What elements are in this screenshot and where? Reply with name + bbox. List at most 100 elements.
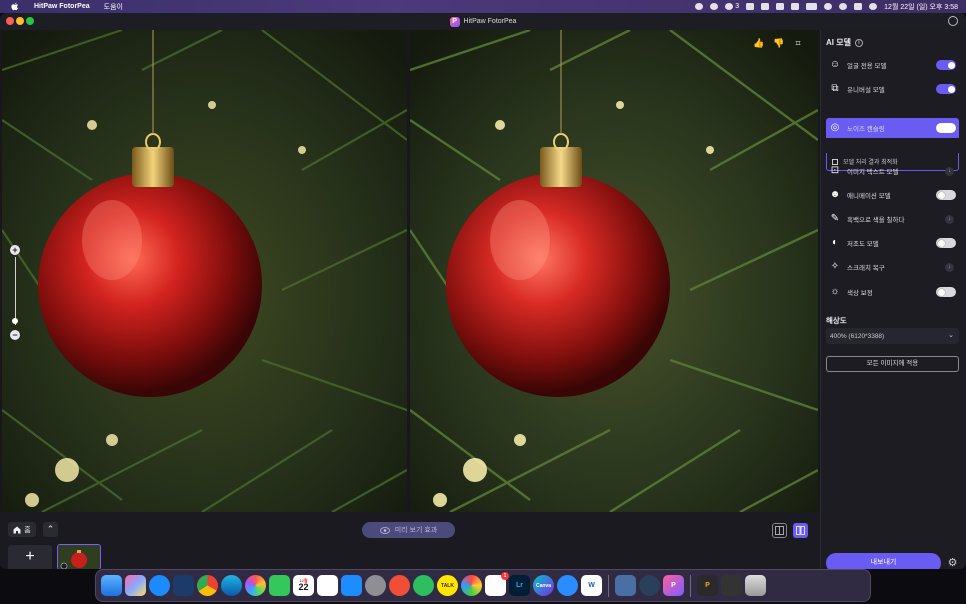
display-icon[interactable] [761, 3, 770, 10]
kakaotalk-icon[interactable]: TALK [437, 575, 458, 596]
preview-app-icon[interactable] [615, 575, 636, 596]
creative-cloud-icon[interactable] [710, 3, 719, 10]
model-row-denoise[interactable]: ◎ 노이즈 캔슬링 [826, 118, 959, 138]
help-menu[interactable]: 도움이 [104, 2, 123, 12]
export-button[interactable]: 내보내기 [826, 553, 941, 569]
model-label: 얼굴 전용 모델 [847, 63, 887, 70]
model-label: 스크래치 복구 [847, 265, 885, 272]
chevron-up-icon: ⌃ [46, 524, 55, 534]
minimize-window-button[interactable] [16, 17, 24, 25]
split-view-button[interactable] [793, 523, 808, 538]
model-row-face[interactable]: ☺ 얼굴 전용 모델 [826, 55, 959, 75]
close-window-button[interactable] [6, 17, 14, 25]
app-store-icon[interactable] [341, 575, 362, 596]
download-icon[interactable]: ↓ [945, 214, 954, 224]
split-view-icon [796, 526, 805, 535]
edge-icon[interactable] [221, 575, 242, 596]
lightroom-icon[interactable]: Lr [509, 575, 530, 596]
model-row-lowlight[interactable]: ◐ 저조도 모델 [826, 233, 959, 253]
trash-icon[interactable] [745, 575, 766, 596]
media-icon[interactable] [776, 3, 785, 10]
apply-all-button[interactable]: 모든 이미지에 적용 [826, 356, 959, 372]
evernote-icon[interactable] [413, 575, 434, 596]
download-icon[interactable]: ↓ [945, 166, 954, 176]
processed-image-pane[interactable]: 👍 👎 ⌗ [410, 30, 818, 512]
eye-icon [379, 526, 390, 534]
crop-icon[interactable]: ⌗ [793, 38, 803, 48]
chrome-icon[interactable] [197, 575, 218, 596]
simplenote-icon[interactable] [557, 575, 578, 596]
app-menu-name[interactable]: HitPaw FotorPea [34, 3, 90, 10]
system-settings-icon[interactable] [365, 575, 386, 596]
denoise-model-toggle[interactable] [936, 123, 956, 133]
zoom-out-button[interactable]: − [10, 330, 20, 340]
add-image-button[interactable]: + [8, 545, 52, 569]
model-label: 유니버설 모델 [847, 87, 885, 94]
collapse-thumbnails-button[interactable]: ⌃ [43, 522, 58, 537]
canva-icon[interactable]: Canva [533, 575, 554, 596]
zoom-window-button[interactable] [26, 17, 34, 25]
apple-menu-icon[interactable] [10, 2, 20, 12]
original-image-pane[interactable]: + − [2, 30, 407, 512]
finder-icon[interactable] [101, 575, 122, 596]
download-icon[interactable]: ↓ [945, 262, 954, 272]
reminders-icon[interactable] [317, 575, 338, 596]
result-feedback-tools: 👍 👎 ⌗ [753, 38, 803, 48]
zoom-track[interactable] [14, 257, 16, 325]
universal-model-toggle[interactable] [936, 84, 956, 94]
fotorpea-icon[interactable]: P [663, 575, 684, 596]
photos-icon[interactable] [245, 575, 266, 596]
model-row-text[interactable]: ⊡ 이미지 텍스트 모델 ↓ [826, 161, 959, 181]
messenger-status-icon[interactable] [695, 3, 704, 10]
window-thumbnail-icon[interactable] [721, 575, 742, 596]
resolution-value: 400% (6120*3388) [830, 332, 885, 340]
zoom-slider[interactable]: + − [10, 245, 22, 340]
launchpad-icon[interactable] [125, 575, 146, 596]
model-label: 이미지 텍스트 모델 [847, 169, 899, 176]
preview-effect-button[interactable]: 미리 보기 효과 [362, 522, 455, 538]
cc-icon[interactable] [746, 3, 755, 10]
face-model-toggle[interactable] [936, 60, 956, 70]
word-icon[interactable]: W [581, 575, 602, 596]
single-view-button[interactable] [772, 523, 787, 538]
home-button[interactable]: 홈 [8, 522, 36, 537]
keyboard-icon[interactable] [791, 3, 800, 10]
zoom-in-button[interactable]: + [10, 245, 20, 255]
model-label: 애니메이션 모델 [847, 193, 891, 200]
tweet-app-icon[interactable] [173, 575, 194, 596]
colorsync-icon[interactable] [461, 575, 482, 596]
menu-bar-clock[interactable]: 12월 22일 (일) 오후 3:58 [884, 2, 958, 12]
calendar-icon[interactable]: 12월 22 [293, 575, 314, 596]
model-row-colorize[interactable]: ✎ 흑백으로 색을 칠하다 ↓ [826, 209, 959, 229]
info-icon[interactable]: i [854, 38, 863, 47]
siri-icon[interactable] [869, 3, 878, 10]
git-app-icon[interactable] [389, 575, 410, 596]
zoom-handle[interactable] [12, 318, 18, 324]
model-row-color[interactable]: ☼ 색상 보정 [826, 282, 959, 302]
chevron-down-icon: ⌄ [948, 332, 954, 339]
wifi-icon[interactable] [824, 3, 833, 10]
brush-icon: ✎ [830, 213, 840, 224]
app-icon[interactable] [639, 575, 660, 596]
battery-icon[interactable] [806, 3, 818, 10]
control-center-icon[interactable] [854, 3, 863, 10]
tasks-app-icon[interactable]: 1 [485, 572, 509, 596]
messages-icon[interactable] [269, 575, 290, 596]
tasks-badge[interactable]: 3 [725, 3, 739, 10]
spotlight-search-icon[interactable] [839, 3, 848, 10]
image-thumbnail[interactable] [57, 544, 101, 569]
model-row-universal[interactable]: ⧉ 유니버설 모델 [826, 79, 959, 99]
gear-icon[interactable]: ⚙ [947, 558, 958, 569]
fotorpea-window-icon[interactable]: P [697, 575, 718, 596]
color-model-toggle[interactable] [936, 287, 956, 297]
safari-icon[interactable] [149, 575, 170, 596]
account-icon[interactable] [948, 16, 958, 26]
resolution-select[interactable]: 400% (6120*3388) ⌄ [826, 328, 959, 344]
model-row-anime[interactable]: ☻ 애니메이션 모델 [826, 185, 959, 205]
thumbs-down-icon[interactable]: 👎 [773, 38, 784, 48]
anime-model-toggle[interactable] [936, 190, 956, 200]
thumbs-up-icon[interactable]: 👍 [753, 38, 764, 48]
lowlight-model-toggle[interactable] [936, 238, 956, 248]
check-circle-icon [725, 3, 734, 10]
model-row-scratch[interactable]: ✧ 스크래치 복구 ↓ [826, 257, 959, 277]
